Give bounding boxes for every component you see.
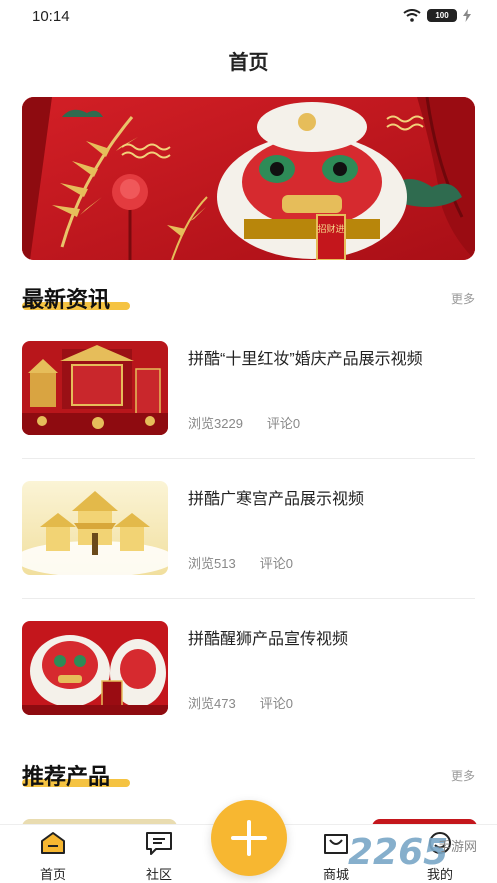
watermark: 2265 手游网 — [348, 832, 493, 873]
news-views: 浏览473 — [188, 696, 236, 711]
tab-community[interactable]: 社区 — [129, 831, 189, 883]
divider — [22, 598, 475, 599]
news-meta: 浏览513 评论0 — [188, 553, 317, 572]
lion-thumbnail-image — [22, 621, 168, 715]
news-meta: 浏览3229 评论0 — [188, 413, 324, 432]
charging-icon — [463, 9, 471, 22]
news-title: 拼酷广寒宫产品展示视频 — [188, 491, 365, 508]
tab-community-label: 社区 — [145, 867, 172, 882]
banner-caption: 招财进 — [317, 223, 344, 235]
news-item[interactable]: 拼酷广寒宫产品展示视频 浏览513 评论0 — [22, 481, 477, 577]
shopping-bag-icon — [324, 834, 348, 854]
news-section-header: 最新资讯 更多 — [22, 282, 477, 316]
wedding-thumbnail-image — [22, 341, 168, 435]
news-meta: 浏览473 评论0 — [188, 693, 317, 712]
status-time: 10:14 — [32, 8, 70, 25]
news-title: 拼酷“十里红妆”婚庆产品展示视频 — [188, 351, 423, 368]
status-bar: 10:14 100 — [0, 0, 497, 34]
battery-icon: 100 — [427, 9, 457, 22]
news-views: 浏览3229 — [188, 416, 243, 431]
home-banner[interactable]: 招财进 — [22, 97, 475, 260]
news-item[interactable]: 拼酷醒狮产品宣传视频 浏览473 评论0 — [22, 621, 477, 717]
status-icons: 100 — [403, 9, 471, 22]
news-thumbnail — [22, 481, 168, 575]
product-section-title: 推荐产品 — [22, 764, 111, 789]
battery-level: 100 — [435, 11, 449, 20]
news-comments: 评论0 — [259, 696, 293, 711]
news-thumbnail — [22, 621, 168, 715]
news-views: 浏览513 — [188, 556, 236, 571]
wifi-icon — [403, 9, 421, 22]
lion-dance-banner-image: 招财进 — [22, 97, 475, 260]
divider — [22, 458, 475, 459]
news-more-link[interactable]: 更多 — [451, 290, 475, 307]
news-item[interactable]: 拼酷“十里红妆”婚庆产品展示视频 浏览3229 评论0 — [22, 341, 477, 437]
add-button[interactable] — [211, 800, 287, 876]
tab-home[interactable]: 首页 — [23, 831, 83, 883]
chat-icon — [146, 832, 172, 855]
news-comments: 评论0 — [259, 556, 293, 571]
news-comments: 评论0 — [266, 416, 301, 431]
watermark-sub: 手游网 — [438, 839, 478, 854]
product-more-link[interactable]: 更多 — [451, 767, 475, 784]
tab-home-label: 首页 — [39, 867, 66, 882]
plus-icon — [231, 820, 267, 856]
watermark-brand: 2265 — [348, 832, 449, 873]
product-section-header: 推荐产品 更多 — [22, 759, 477, 793]
palace-thumbnail-image — [22, 481, 168, 575]
news-thumbnail — [22, 341, 168, 435]
news-title: 拼酷醒狮产品宣传视频 — [188, 631, 349, 648]
page-title: 首页 — [228, 52, 269, 74]
news-section-title: 最新资讯 — [22, 287, 111, 312]
home-icon — [41, 832, 65, 854]
